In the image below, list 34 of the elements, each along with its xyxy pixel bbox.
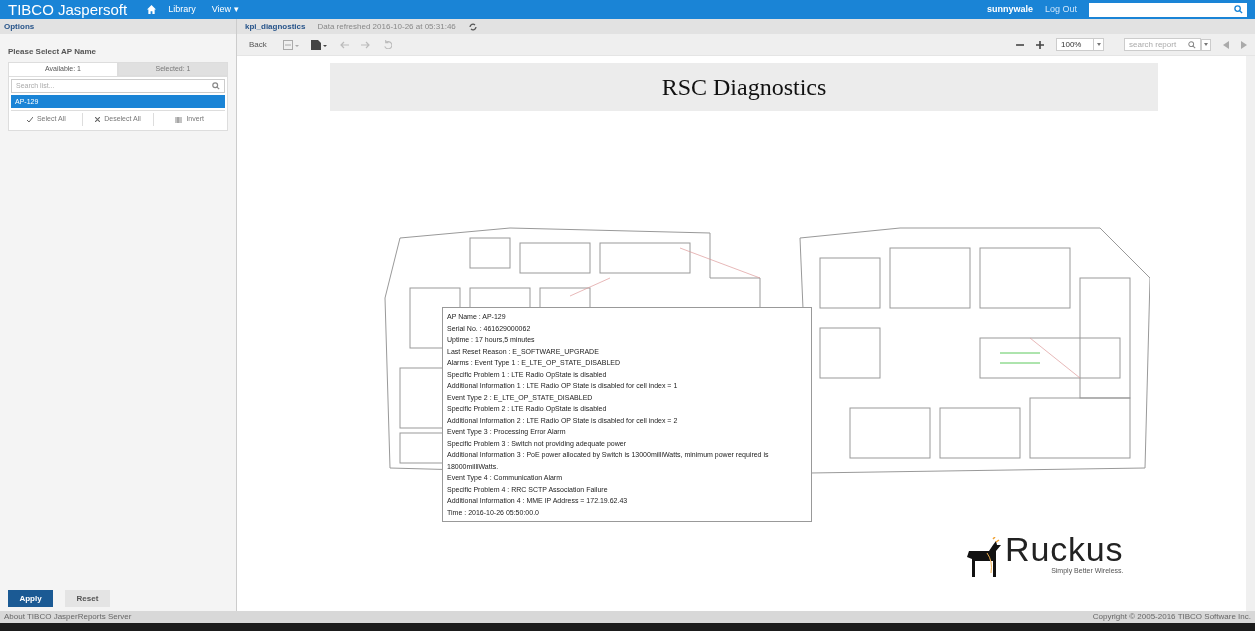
logout-link[interactable]: Log Out (1044, 2, 1077, 17)
search-icon (1234, 5, 1243, 14)
report-name: kpi_diagnostics (245, 20, 306, 33)
caret-icon (1204, 43, 1208, 46)
previous-icon[interactable] (1223, 40, 1229, 49)
close-icon (95, 117, 101, 122)
search-icon (212, 82, 220, 90)
save-icon[interactable] (282, 39, 299, 50)
panel-title: Options (4, 20, 35, 33)
brand-logo: Ruckus (1005, 532, 1124, 566)
zoom-dropdown[interactable]: 100% (1056, 38, 1104, 51)
check-icon (26, 116, 33, 123)
dog-logo-icon (965, 536, 1001, 577)
caret-icon (1096, 43, 1101, 46)
nav-link[interactable]: Library (168, 2, 196, 17)
copyright-text: Copyright © 2005-2016 TIBCO Software Inc. (1092, 611, 1251, 623)
global-search-field[interactable] (1089, 2, 1247, 17)
section-label: Please Select AP Name (8, 46, 98, 58)
back-button[interactable]: Back (245, 38, 271, 51)
refresh-icon[interactable] (467, 22, 478, 31)
zoom-in-icon[interactable] (1036, 40, 1044, 49)
reset-button[interactable]: Reset (65, 590, 110, 607)
export-icon[interactable] (310, 39, 327, 50)
about-link[interactable]: About TIBCO JasperReports Server (4, 611, 132, 623)
search-icon (1188, 40, 1196, 49)
username: sunnywale (986, 2, 1033, 16)
report-title: RSC Diagnostics (661, 73, 827, 102)
home-icon[interactable] (147, 5, 157, 14)
brand-logo: TIBCO Jaspersoft (8, 2, 128, 17)
refresh-info: Data refreshed 2016-10-26 at 05:31:46 (317, 20, 456, 33)
next-icon[interactable] (1241, 40, 1247, 49)
apply-button[interactable]: Apply (8, 590, 53, 607)
nav-link[interactable]: View ▾ (211, 2, 239, 17)
search-options-dropdown[interactable] (1201, 38, 1211, 51)
